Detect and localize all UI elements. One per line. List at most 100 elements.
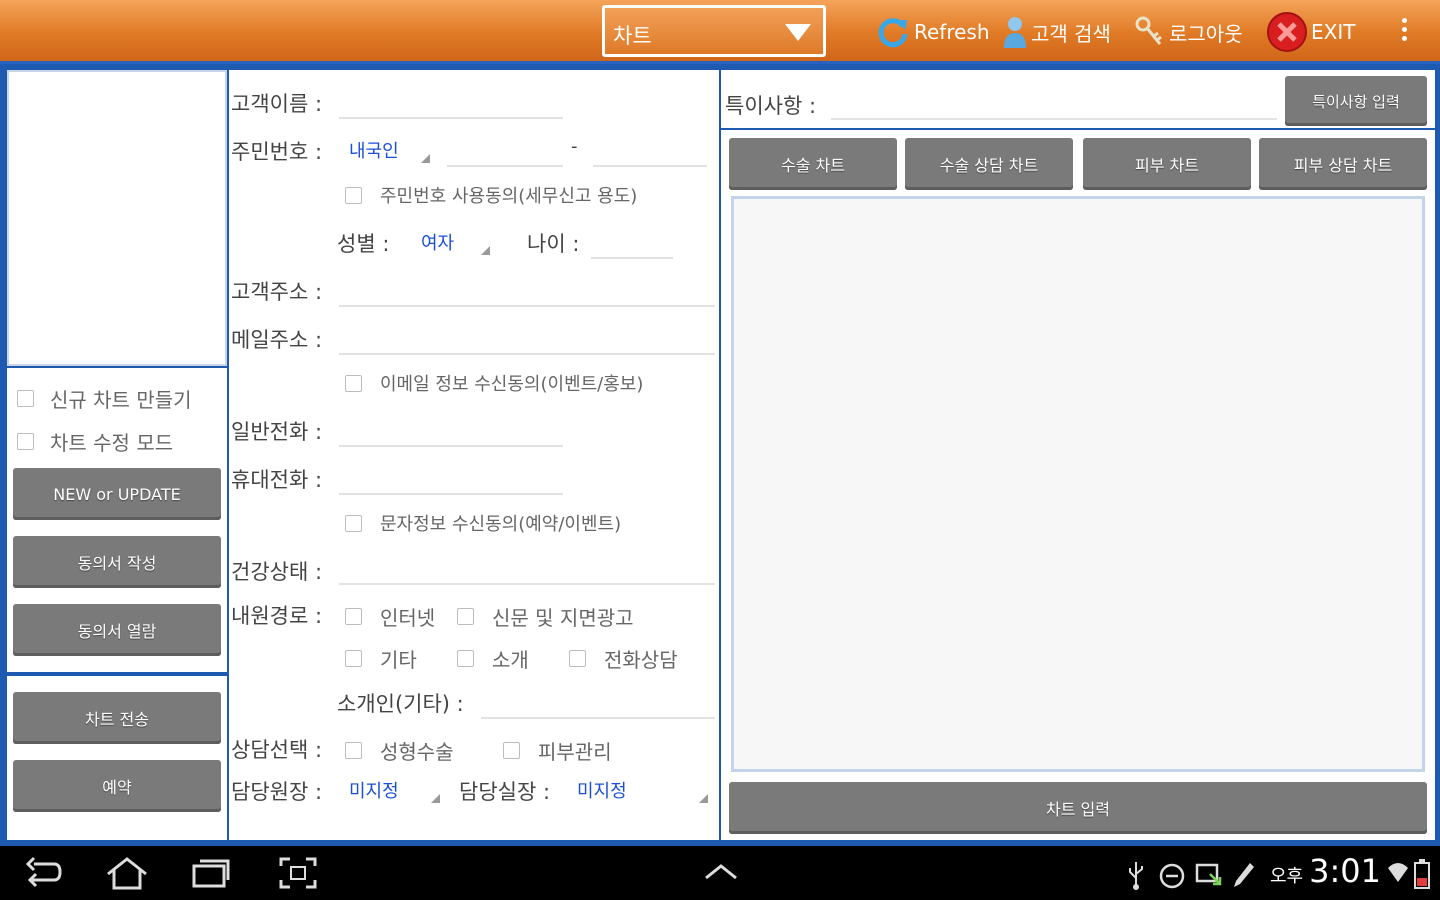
consult-skin-checkbox[interactable]: 피부관리 bbox=[503, 736, 612, 765]
consult-plastic-label: 성형수술 bbox=[380, 740, 454, 764]
customer-photo-area[interactable] bbox=[7, 70, 227, 366]
system-navigation-bar: 오후 3:01 bbox=[0, 846, 1440, 900]
mobile-label: 휴대전화 : bbox=[231, 468, 323, 492]
usb-icon bbox=[1129, 862, 1143, 890]
notes-label: 특이사항 : bbox=[725, 94, 817, 118]
top-action-bar: 차트 Refresh 고객 검색 로그아웃 EXIT bbox=[0, 0, 1440, 64]
refresh-icon bbox=[878, 18, 908, 48]
rrn-consent-label: 주민번호 사용동의(세무신고 용도) bbox=[380, 186, 638, 207]
route-phone-label: 전화상담 bbox=[604, 648, 678, 672]
rrn-separator: - bbox=[571, 136, 578, 157]
consult-label: 상담선택 : bbox=[231, 738, 323, 762]
rrn-label: 주민번호 : bbox=[231, 140, 323, 164]
chart-send-button[interactable]: 차트 전송 bbox=[13, 692, 221, 744]
consent-write-button[interactable]: 동의서 작성 bbox=[13, 536, 221, 588]
rrn-consent-checkbox[interactable]: 주민번호 사용동의(세무신고 용도) bbox=[345, 182, 637, 208]
age-input[interactable] bbox=[591, 257, 673, 259]
route-label: 내원경로 : bbox=[231, 604, 323, 628]
close-icon bbox=[1267, 12, 1307, 52]
rrn-front-input[interactable] bbox=[447, 165, 563, 167]
consult-skin-label: 피부관리 bbox=[538, 740, 612, 764]
route-internet-checkbox[interactable]: 인터넷 bbox=[345, 602, 435, 631]
logout-label: 로그아웃 bbox=[1169, 21, 1243, 46]
consult-plastic-checkbox[interactable]: 성형수술 bbox=[345, 736, 454, 765]
do-not-disturb-icon bbox=[1159, 863, 1185, 889]
customer-search-label: 고객 검색 bbox=[1031, 21, 1111, 46]
chevron-up-icon[interactable] bbox=[704, 862, 738, 882]
email-consent-checkbox[interactable]: 이메일 정보 수신동의(이벤트/홍보) bbox=[345, 370, 643, 396]
notes-submit-button[interactable]: 특이사항 입력 bbox=[1285, 76, 1427, 126]
manager-label: 담당실장 : bbox=[459, 780, 551, 804]
notes-row: 특이사항 : 특이사항 입력 bbox=[721, 70, 1435, 128]
gender-label: 성별 : bbox=[337, 232, 390, 256]
edit-mode-checkbox[interactable]: 차트 수정 모드 bbox=[17, 427, 173, 456]
director-dropdown-icon bbox=[431, 794, 440, 803]
chart-select-value: 차트 bbox=[613, 24, 652, 48]
pen-icon bbox=[1234, 863, 1254, 887]
referrer-input[interactable] bbox=[481, 717, 715, 719]
refresh-label: Refresh bbox=[914, 20, 990, 44]
exit-button[interactable]: EXIT bbox=[1266, 12, 1356, 52]
phone-label: 일반전화 : bbox=[231, 420, 323, 444]
nationality-select[interactable]: 내국인 bbox=[349, 137, 399, 163]
key-icon bbox=[1135, 16, 1162, 45]
overflow-menu-icon[interactable] bbox=[1397, 14, 1411, 48]
tab-skin-chart[interactable]: 피부 차트 bbox=[1083, 138, 1251, 190]
chart-content-area[interactable] bbox=[731, 196, 1425, 772]
screen-mirror-icon bbox=[1195, 863, 1222, 886]
health-input[interactable] bbox=[339, 583, 715, 585]
name-input[interactable] bbox=[339, 117, 563, 119]
chart-select-dropdown[interactable]: 차트 bbox=[602, 5, 826, 57]
phone-input[interactable] bbox=[339, 445, 563, 447]
home-icon[interactable] bbox=[104, 856, 150, 890]
exit-label: EXIT bbox=[1311, 20, 1356, 44]
notes-input[interactable] bbox=[831, 118, 1277, 120]
gender-dropdown-icon bbox=[481, 246, 490, 255]
customer-form: 고객이름 : 주민번호 : 내국인 - 주민번호 사용동의(세무신고 용도) 성… bbox=[229, 70, 719, 840]
gender-select[interactable]: 여자 bbox=[421, 229, 454, 255]
address-input[interactable] bbox=[339, 305, 715, 307]
referrer-label: 소개인(기타) : bbox=[337, 692, 464, 716]
route-internet-label: 인터넷 bbox=[380, 606, 436, 630]
new-chart-checkbox[interactable]: 신규 차트 만들기 bbox=[17, 384, 192, 413]
new-or-update-button[interactable]: NEW or UPDATE bbox=[13, 468, 221, 520]
status-clock: 오후 3:01 bbox=[1270, 852, 1381, 890]
sms-consent-label: 문자정보 수신동의(예약/이벤트) bbox=[380, 514, 622, 535]
screenshot-icon[interactable] bbox=[278, 856, 318, 890]
refresh-button[interactable]: Refresh bbox=[875, 14, 990, 50]
tab-surgery-chart[interactable]: 수술 차트 bbox=[729, 138, 897, 190]
sms-consent-checkbox[interactable]: 문자정보 수신동의(예약/이벤트) bbox=[345, 510, 621, 536]
user-icon bbox=[1004, 17, 1026, 48]
mobile-input[interactable] bbox=[339, 493, 563, 495]
tab-skin-consult-chart[interactable]: 피부 상담 차트 bbox=[1259, 138, 1427, 190]
chart-input-button[interactable]: 차트 입력 bbox=[729, 782, 1427, 834]
route-referral-checkbox[interactable]: 소개 bbox=[457, 644, 529, 673]
route-other-checkbox[interactable]: 기타 bbox=[345, 644, 417, 673]
consent-view-button[interactable]: 동의서 열람 bbox=[13, 604, 221, 656]
recent-apps-icon[interactable] bbox=[190, 856, 232, 890]
route-phone-checkbox[interactable]: 전화상담 bbox=[569, 644, 678, 673]
email-input[interactable] bbox=[339, 353, 715, 355]
wifi-icon bbox=[1388, 863, 1408, 882]
clock-time: 3:01 bbox=[1309, 852, 1381, 890]
route-other-label: 기타 bbox=[380, 648, 417, 672]
new-chart-label: 신규 차트 만들기 bbox=[50, 388, 192, 412]
name-label: 고객이름 : bbox=[231, 92, 323, 116]
customer-search-button[interactable]: 고객 검색 bbox=[1002, 14, 1111, 50]
director-select[interactable]: 미지정 bbox=[349, 777, 399, 803]
director-label: 담당원장 : bbox=[231, 780, 323, 804]
rrn-back-input[interactable] bbox=[593, 165, 707, 167]
manager-select[interactable]: 미지정 bbox=[577, 777, 627, 803]
address-label: 고객주소 : bbox=[231, 280, 323, 304]
email-consent-label: 이메일 정보 수신동의(이벤트/홍보) bbox=[380, 374, 644, 395]
reservation-button[interactable]: 예약 bbox=[13, 760, 221, 812]
send-panel: 차트 전송 예약 bbox=[7, 676, 227, 840]
edit-mode-label: 차트 수정 모드 bbox=[50, 431, 174, 455]
route-newspaper-checkbox[interactable]: 신문 및 지면광고 bbox=[457, 602, 634, 631]
tab-surgery-consult-chart[interactable]: 수술 상담 차트 bbox=[905, 138, 1073, 190]
logout-button[interactable]: 로그아웃 bbox=[1134, 14, 1243, 50]
clock-ampm: 오후 bbox=[1270, 866, 1304, 887]
chart-panel: 수술 차트 수술 상담 차트 피부 차트 피부 상담 차트 차트 입력 bbox=[721, 130, 1435, 840]
back-icon[interactable] bbox=[24, 856, 64, 890]
health-label: 건강상태 : bbox=[231, 560, 323, 584]
